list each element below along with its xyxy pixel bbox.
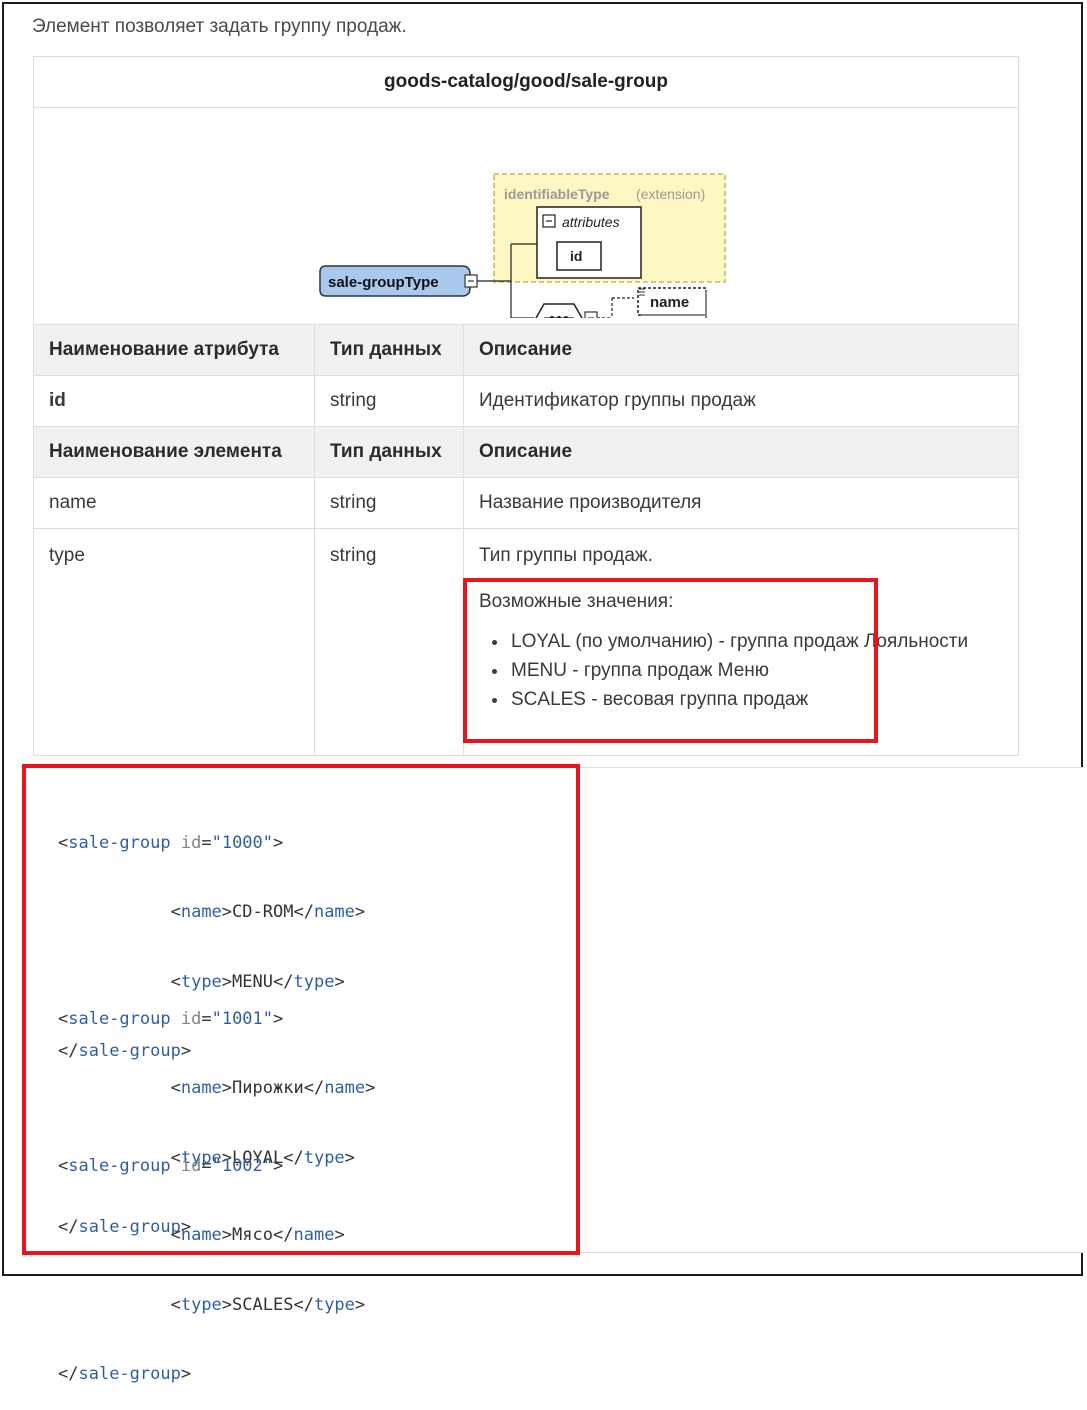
xml-example-highlight [22,764,580,1255]
extension-note: (extension) [636,186,705,202]
elements-header-row: Наименование элемента Тип данных Описани… [33,426,1019,478]
xsd-diagram: identifiableType (extension) attributes … [34,108,1018,352]
attribute-desc: Идентификатор группы продаж [463,375,1019,427]
attributes-label: attributes [562,214,620,230]
schema-diagram-cell: identifiableType (extension) attributes … [33,107,1019,352]
attribute-name: id [33,375,315,427]
type-name-label: sale-groupType [328,274,439,291]
attributes-header-row: Наименование атрибута Тип данных Описани… [33,324,1019,376]
extension-type-label: identifiableType [504,186,610,202]
attribute-id-label: id [570,248,582,264]
possible-values-highlight [463,578,878,743]
table-title: goods-catalog/good/sale-group [33,56,1019,108]
elem-header-desc: Описание [463,426,1019,478]
element-name: type [33,528,315,756]
element-name: name [33,477,315,529]
attr-header-type: Тип данных [314,324,464,376]
attribute-row-id: id string Идентификатор группы продаж [33,375,1019,427]
element-row-name: name string Название производителя [33,477,1019,529]
attr-header-desc: Описание [463,324,1019,376]
elem-header-type: Тип данных [314,426,464,478]
element-type: string [314,528,464,756]
element-type: string [314,477,464,529]
sequence-collapse-icon[interactable] [584,311,598,325]
element-desc: Тип группы продаж. [479,545,653,566]
xsd-diagram-svg: identifiableType (extension) attributes … [319,173,726,352]
element-name-label: name [650,294,689,311]
attr-header-name: Наименование атрибута [33,324,315,376]
sequence-compositor [535,303,583,333]
elem-header-name: Наименование элемента [33,426,315,478]
attribute-type: string [314,375,464,427]
element-desc: Название производителя [463,477,1019,529]
intro-text: Элемент позволяет задать группу продаж. [32,16,407,37]
